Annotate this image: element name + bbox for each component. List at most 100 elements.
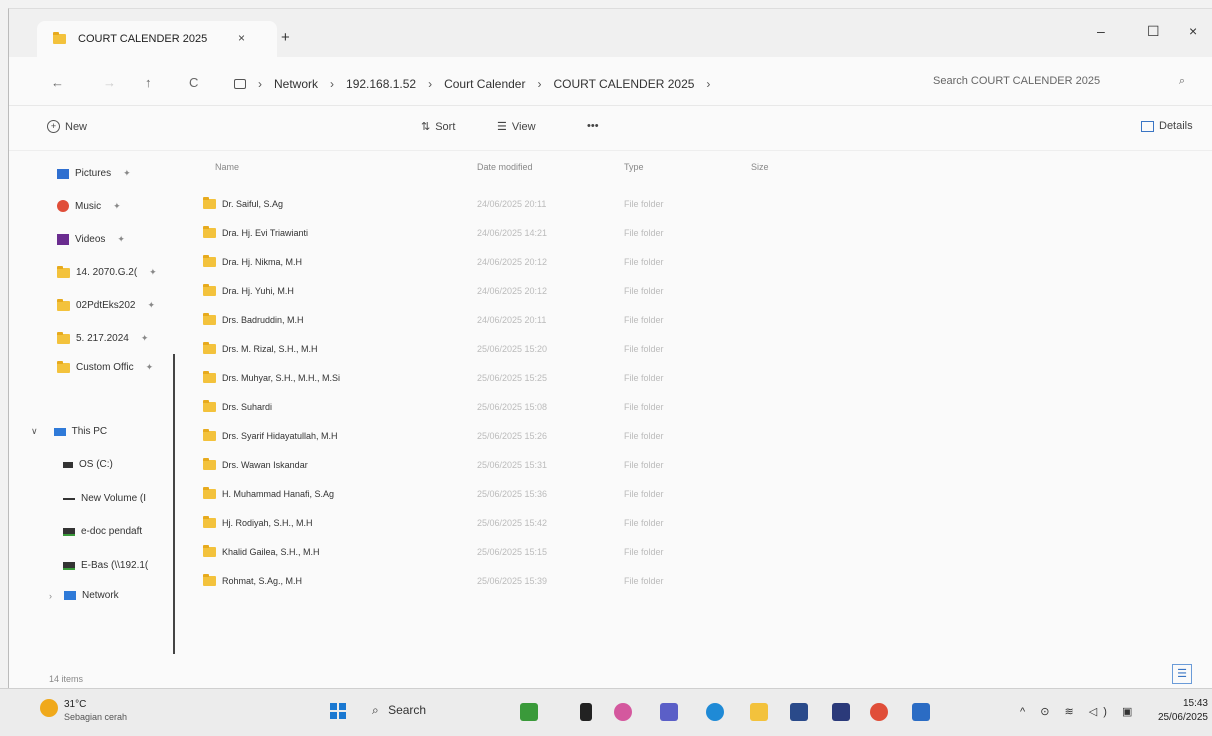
sidebar-item-e-doc[interactable]: e-doc pendaft — [63, 526, 142, 537]
folder-icon — [53, 32, 66, 44]
weather-icon — [40, 699, 58, 717]
table-row[interactable]: Drs. Badruddin, M.H 24/06/2025 20:11 File … — [179, 311, 819, 331]
more-button[interactable]: ••• — [587, 120, 599, 132]
table-row[interactable]: Khalid Gailea, S.H., M.H 25/06/2025 15:15… — [179, 543, 819, 563]
table-row[interactable]: Dra. Hj. Evi Triawianti 24/06/2025 14:21 F… — [179, 224, 819, 244]
sidebar-item-label: 5. 217.2024 — [76, 333, 129, 344]
widgets-app-icon[interactable] — [520, 703, 538, 721]
clock[interactable]: 15:43 25/06/2025 — [1150, 697, 1208, 725]
weather-widget[interactable]: 31°C Sebagian cerah — [40, 699, 128, 722]
copilot-icon[interactable] — [614, 703, 632, 721]
folder-icon — [203, 545, 216, 557]
pin-icon: ✦ — [140, 333, 149, 343]
file-date: 24/06/2025 14:21 — [477, 228, 548, 238]
chrome-icon[interactable] — [870, 703, 888, 721]
sidebar-item-network[interactable]: › Network — [49, 590, 119, 601]
table-row[interactable]: Dra. Hj. Nikma, M.H 24/06/2025 20:12 File … — [179, 253, 819, 273]
pin-icon: ✦ — [113, 200, 121, 211]
sidebar-item-this-pc[interactable]: ∨ This PC — [31, 426, 107, 437]
edge-icon[interactable] — [706, 703, 724, 721]
table-row[interactable]: Drs. Wawan Iskandar 25/06/2025 15:31 File … — [179, 456, 819, 476]
breadcrumb-ip[interactable]: 192.168.1.52 — [346, 77, 416, 91]
sidebar-item-folder-02[interactable]: 02PdtEks202 ✦ — [57, 298, 155, 311]
sort-button[interactable]: ⇅ Sort — [421, 120, 456, 134]
file-type: File folder — [624, 576, 664, 586]
details-view-toggle[interactable]: ☰ — [1172, 664, 1192, 684]
folder-icon — [203, 429, 216, 441]
table-row[interactable]: Dra. Hj. Yuhi, M.H 24/06/2025 20:12 File f… — [179, 282, 819, 302]
details-button[interactable]: Details — [1141, 120, 1193, 132]
column-header-name[interactable]: Name — [215, 162, 239, 172]
teams-icon[interactable] — [660, 703, 678, 721]
sidebar-item-label: New Volume (I — [81, 493, 147, 504]
search-input[interactable]: Search COURT CALENDER 2025 ⌕ — [933, 75, 1193, 87]
file-date: 25/06/2025 15:42 — [477, 518, 548, 528]
minimize-button[interactable]: – — [1097, 23, 1105, 39]
file-explorer-icon[interactable] — [750, 703, 768, 721]
table-row[interactable]: Hj. Rodiyah, S.H., M.H 25/06/2025 15:42 Fi… — [179, 514, 819, 534]
file-name-text: Rohmat, S.Ag., M.H — [222, 576, 303, 586]
table-row[interactable]: Rohmat, S.Ag., M.H 25/06/2025 15:39 File f… — [179, 572, 819, 592]
breadcrumb[interactable]: › Network › 192.168.1.52 › Court Calende… — [234, 77, 710, 91]
pane-splitter[interactable] — [173, 354, 175, 654]
folder-icon — [203, 255, 216, 267]
breadcrumb-court-calender[interactable]: Court Calender — [444, 77, 525, 91]
monitor-icon — [234, 79, 246, 89]
file-name: Khalid Gailea, S.H., M.H — [203, 545, 320, 557]
new-tab-button[interactable]: + — [281, 29, 290, 46]
maximize-button[interactable]: ☐ — [1147, 23, 1160, 40]
sidebar-item-music[interactable]: Music ✦ — [57, 200, 121, 212]
sidebar-item-videos[interactable]: Videos ✦ — [57, 234, 125, 245]
up-button[interactable]: ↑ — [145, 75, 152, 90]
weather-desc: Sebagian cerah — [64, 712, 128, 722]
file-type: File folder — [624, 315, 664, 325]
word-icon[interactable] — [912, 703, 930, 721]
column-header-type[interactable]: Type — [624, 162, 644, 172]
breadcrumb-court-calender-2025[interactable]: COURT CALENDER 2025 — [553, 77, 694, 91]
file-name-text: Drs. Suhardi — [222, 402, 273, 412]
taskbar: 31°C Sebagian cerah ⌕ Search ^ ⊙ ≋ ◁) ▣ … — [0, 688, 1212, 736]
new-button[interactable]: + New — [47, 120, 87, 133]
system-tray[interactable]: ^ ⊙ ≋ ◁) ▣ — [1020, 705, 1138, 718]
file-date: 25/06/2025 15:31 — [477, 460, 548, 470]
tab-title: COURT CALENDER 2025 — [78, 33, 208, 45]
store-icon[interactable] — [790, 703, 808, 721]
view-button[interactable]: ☰ View — [497, 120, 536, 134]
column-header-size[interactable]: Size — [751, 162, 769, 172]
table-row[interactable]: Dr. Saiful, S.Ag 24/06/2025 20:11 File fol… — [179, 195, 819, 215]
sidebar-item-os-c[interactable]: OS (C:) — [63, 459, 113, 470]
table-row[interactable]: H. Muhammad Hanafi, S.Ag 25/06/2025 15:36… — [179, 485, 819, 505]
taskbar-search[interactable]: ⌕ Search — [372, 703, 426, 718]
tab-court-calender[interactable]: COURT CALENDER 2025 × — [37, 21, 277, 57]
column-header-date[interactable]: Date modified — [477, 162, 533, 172]
table-row[interactable]: Drs. Syarif Hidayatullah, M.H 25/06/2025 … — [179, 427, 819, 447]
table-row[interactable]: Drs. Muhyar, S.H., M.H., M.Si 25/06/2025 … — [179, 369, 819, 389]
folder-icon — [203, 226, 216, 238]
tab-close-icon[interactable]: × — [238, 31, 245, 45]
table-row[interactable]: Drs. Suhardi 25/06/2025 15:08 File folder — [179, 398, 819, 418]
file-name: Hj. Rodiyah, S.H., M.H — [203, 516, 313, 528]
address-row: ← → ↑ C › Network › 192.168.1.52 › Court… — [9, 57, 1212, 106]
file-date: 25/06/2025 15:25 — [477, 373, 548, 383]
start-button[interactable] — [330, 703, 346, 719]
file-date: 25/06/2025 15:36 — [477, 489, 548, 499]
back-button[interactable]: ← — [51, 75, 64, 90]
folder-icon — [57, 265, 70, 278]
task-view-icon[interactable] — [580, 703, 592, 721]
forward-button[interactable]: → — [103, 75, 116, 90]
sidebar-item-folder-14[interactable]: 14. 2070.G.2( ✦ — [57, 265, 157, 278]
sidebar-item-e-bas[interactable]: E-Bas (\\192.1( — [63, 560, 148, 571]
sidebar-item-new-volume[interactable]: New Volume (I — [63, 493, 146, 504]
refresh-button[interactable]: C — [189, 75, 198, 90]
breadcrumb-network[interactable]: Network — [274, 77, 318, 91]
sidebar-item-custom-office[interactable]: Custom Offic ✦ — [57, 360, 153, 373]
app-icon[interactable] — [832, 703, 850, 721]
sidebar-item-folder-5[interactable]: 5. 217.2024 ✦ — [57, 331, 149, 344]
view-label: View — [511, 120, 536, 133]
table-row[interactable]: Drs. M. Rizal, S.H., M.H 25/06/2025 15:20… — [179, 340, 819, 360]
sidebar-item-pictures[interactable]: Pictures ✦ — [57, 168, 131, 179]
close-button[interactable]: × — [1189, 23, 1197, 39]
file-name: Drs. Muhyar, S.H., M.H., M.Si — [203, 371, 340, 383]
sort-label: Sort — [435, 120, 456, 133]
file-name: Drs. Suhardi — [203, 400, 273, 412]
